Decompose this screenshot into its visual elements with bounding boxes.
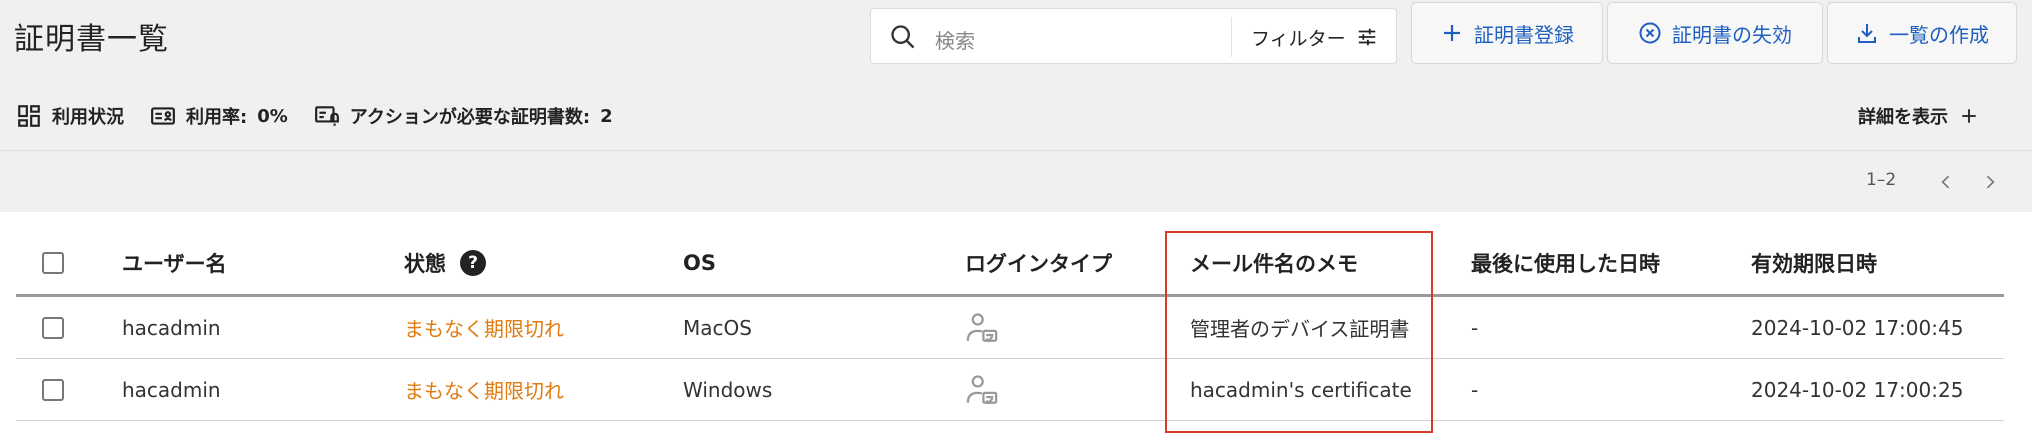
cell-last-used: -: [1471, 377, 1479, 402]
select-all-checkbox[interactable]: [42, 252, 64, 274]
action-required-label: アクションが必要な証明書数:: [349, 107, 591, 128]
search-bar[interactable]: 検索 フィルター: [870, 8, 1397, 64]
usage-rate-label: 利用率:: [186, 107, 248, 128]
search-divider: [1231, 17, 1232, 57]
filter-label: フィルター: [1251, 27, 1346, 50]
plus-icon: [1444, 25, 1460, 41]
row-select-cell: [42, 297, 64, 358]
dashboard-icon: [18, 105, 40, 127]
id-card-icon: [151, 107, 175, 125]
row-checkbox[interactable]: [42, 316, 64, 339]
certificate-table: ユーザー名 状態 ? OS ログインタイプ メール件名のメモ 最後に使用した日時…: [16, 232, 2004, 421]
user-certificate-icon: [966, 374, 998, 404]
cell-status: まもなく期限切れ: [404, 317, 564, 341]
action-required: アクションが必要な証明書数: 2: [314, 103, 613, 129]
cell-login-type: [965, 297, 999, 358]
plus-icon: [1962, 109, 1976, 123]
revoke-certificate-button[interactable]: 証明書の失効: [1607, 2, 1823, 64]
register-certificate-button[interactable]: 証明書登録: [1411, 2, 1603, 64]
header-expires[interactable]: 有効期限日時: [1751, 232, 1877, 294]
register-certificate-label: 証明書登録: [1474, 22, 1574, 47]
cell-last-used: -: [1471, 315, 1479, 340]
chevron-right-icon[interactable]: [1980, 170, 2000, 194]
filter-button[interactable]: フィルター: [1251, 9, 1378, 65]
cell-login-type: [965, 359, 999, 420]
export-list-button[interactable]: 一覧の作成: [1827, 2, 2017, 64]
header-last-used[interactable]: 最後に使用した日時: [1471, 232, 1660, 294]
cell-os: MacOS: [683, 315, 752, 340]
header-username[interactable]: ユーザー名: [122, 232, 227, 294]
row-checkbox[interactable]: [42, 378, 64, 401]
cell-status: まもなく期限切れ: [404, 379, 564, 403]
header-os[interactable]: OS: [683, 232, 716, 294]
header-memo[interactable]: メール件名のメモ: [1190, 232, 1358, 294]
header-status[interactable]: 状態 ?: [404, 232, 486, 294]
cell-username: hacadmin: [122, 315, 221, 340]
cell-expires: 2024-10-02 17:00:25: [1751, 377, 1964, 402]
show-details-button[interactable]: 詳細を表示: [1858, 100, 1978, 132]
cell-expires: 2024-10-02 17:00:45: [1751, 315, 1964, 340]
show-details-label: 詳細を表示: [1858, 107, 1948, 128]
search-icon: [891, 25, 915, 49]
certificate-alert-icon: [314, 106, 339, 126]
stats-bar: 利用状況 利用率: 0% アクションが必要な証明書数: 2: [16, 100, 639, 132]
sliders-icon: [1358, 28, 1375, 46]
export-list-label: 一覧の作成: [1889, 22, 1989, 47]
cell-os: Windows: [683, 377, 773, 402]
divider: [0, 150, 2032, 151]
table-row[interactable]: hacadmin まもなく期限切れ Windows hacadmin's cer…: [16, 359, 2004, 421]
help-icon[interactable]: ?: [460, 250, 486, 276]
row-select-cell: [42, 359, 64, 420]
usage-status[interactable]: 利用状況: [16, 103, 124, 129]
revoke-certificate-label: 証明書の失効: [1672, 22, 1792, 47]
cell-username: hacadmin: [122, 377, 221, 402]
header-login-type[interactable]: ログインタイプ: [965, 232, 1112, 294]
circle-x-icon: [1639, 22, 1661, 44]
search-input[interactable]: 検索: [935, 25, 975, 54]
chevron-left-icon[interactable]: [1936, 170, 1956, 194]
table-header-row: ユーザー名 状態 ? OS ログインタイプ メール件名のメモ 最後に使用した日時…: [16, 232, 2004, 297]
cell-memo: hacadmin's certificate: [1190, 377, 1412, 402]
usage-status-label: 利用状況: [52, 107, 124, 128]
select-all-cell: [42, 232, 64, 294]
download-icon: [1858, 24, 1876, 43]
table-row[interactable]: hacadmin まもなく期限切れ MacOS 管理者のデバイス証明書 - 20…: [16, 297, 2004, 359]
pagination-range: 1–2: [1866, 170, 1897, 190]
action-required-value: 2: [600, 105, 613, 127]
cell-memo: 管理者のデバイス証明書: [1190, 317, 1410, 341]
page-title: 証明書一覧: [14, 22, 169, 57]
usage-rate-value: 0%: [257, 105, 288, 127]
header-status-label: 状態: [404, 252, 446, 276]
usage-rate: 利用率: 0%: [150, 103, 288, 129]
user-certificate-icon: [966, 312, 998, 342]
